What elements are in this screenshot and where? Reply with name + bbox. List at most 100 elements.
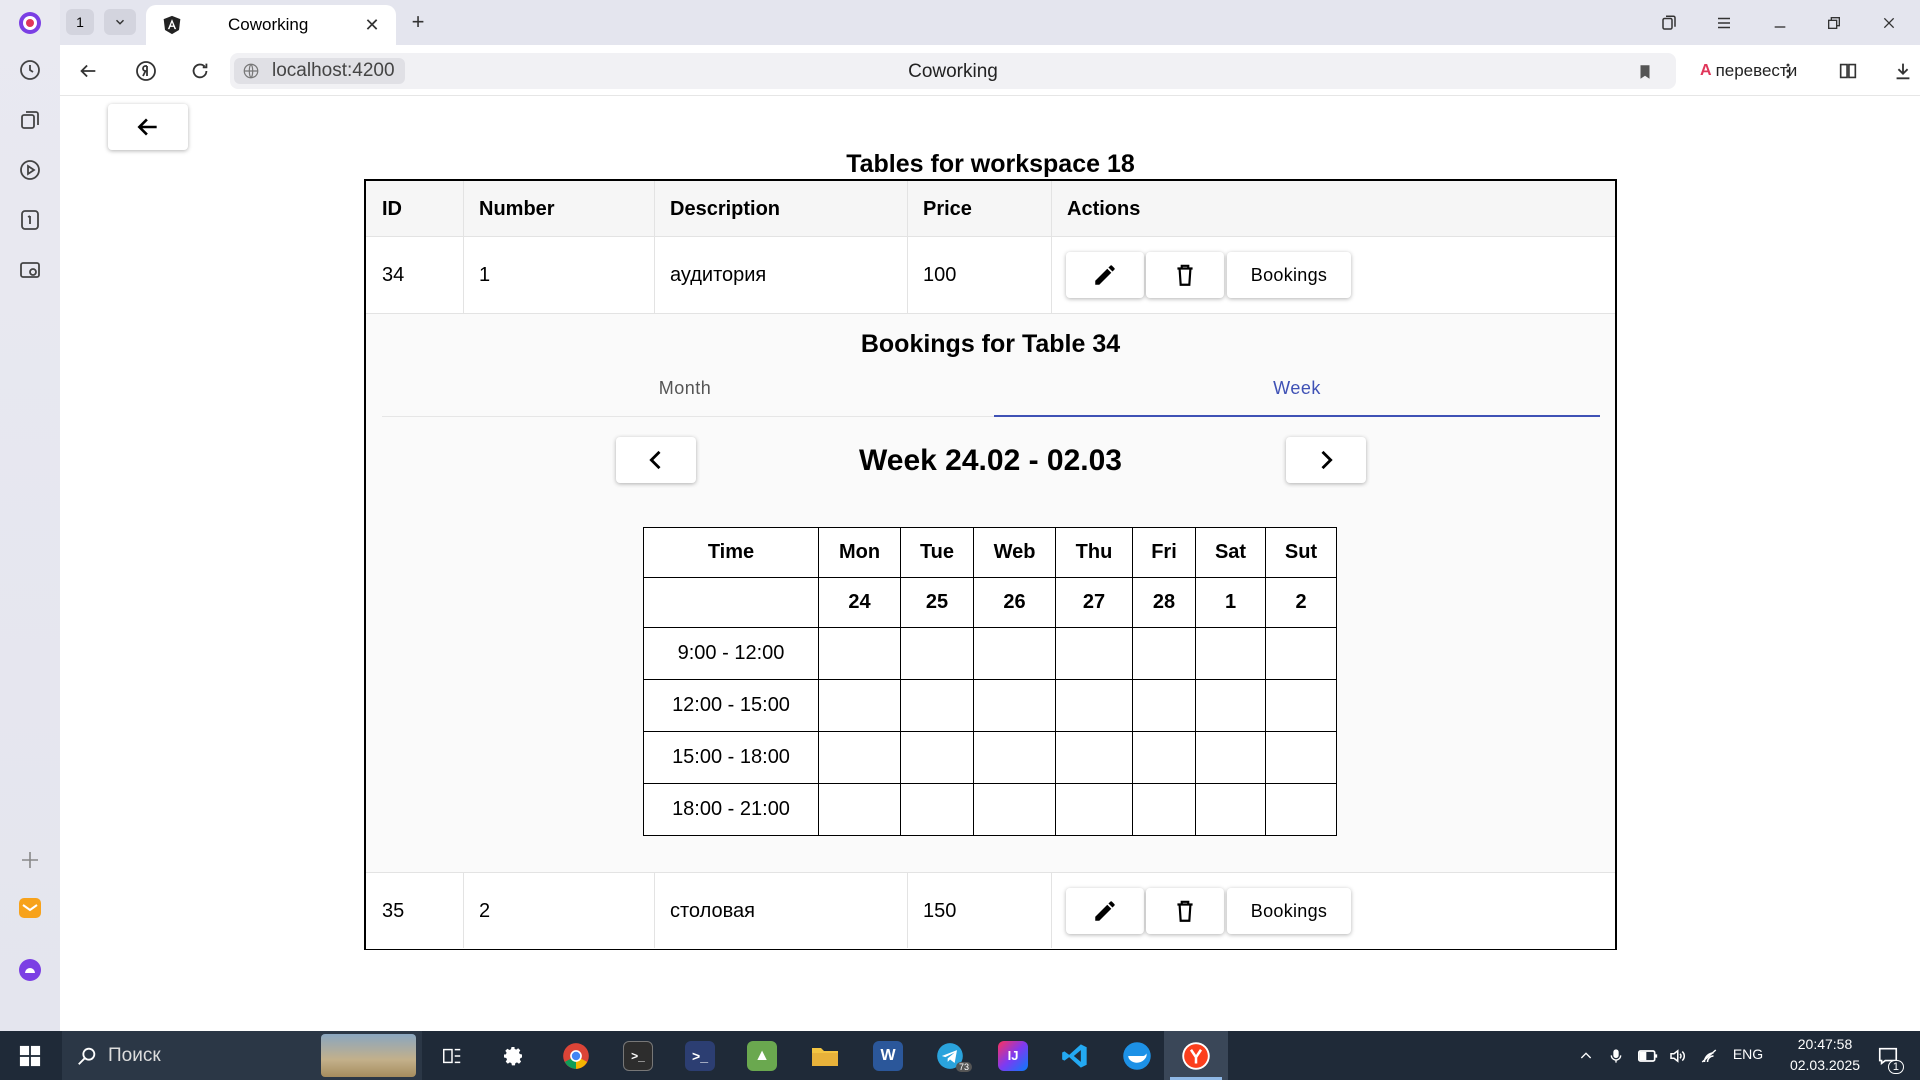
booking-cell[interactable] [1055,627,1133,680]
tab-collection-icon[interactable] [1656,10,1682,36]
booking-cell[interactable] [900,783,974,836]
booking-cell[interactable] [1265,783,1337,836]
close-tab-icon[interactable]: ✕ [362,15,382,35]
tray-chevron-icon[interactable] [1574,1031,1598,1080]
booking-cell[interactable] [818,731,901,784]
booking-cell[interactable] [1265,731,1337,784]
bookings-button[interactable]: Bookings [1227,252,1351,298]
column-divider [907,181,908,313]
history-icon[interactable] [17,57,43,83]
booking-cell[interactable] [1265,679,1337,732]
bookings-button[interactable]: Bookings [1227,888,1351,934]
booking-cell[interactable] [1195,731,1266,784]
back-button[interactable] [108,104,188,150]
booking-cell[interactable] [1195,627,1266,680]
taskbar-search[interactable]: Поиск [62,1031,422,1080]
booking-cell[interactable] [900,731,974,784]
calendar-slot-row: 18:00 - 21:00 [643,783,1337,836]
back-nav-icon[interactable] [74,57,102,85]
network-icon[interactable] [1696,1031,1722,1080]
new-tab-button[interactable]: + [404,9,432,35]
screenshot-icon[interactable] [17,257,43,283]
terminal-icon[interactable]: >_ [618,1031,658,1080]
collections-icon[interactable] [17,107,43,133]
reload-icon[interactable] [186,57,214,85]
calendar-day-header: Tue [900,527,974,578]
booking-cell[interactable] [900,627,974,680]
booking-cell[interactable] [1132,627,1196,680]
telegram-icon[interactable]: 73 [930,1031,972,1080]
clock-time[interactable]: 20:47:58 [1772,1036,1878,1052]
clock-date[interactable]: 02.03.2025 [1772,1057,1878,1073]
video-icon[interactable] [17,157,43,183]
yandex-browser-taskbar-icon[interactable] [1164,1031,1228,1080]
language-indicator[interactable]: ENG [1730,1046,1766,1062]
task-view-icon[interactable] [432,1031,472,1080]
reader-icon[interactable] [1834,57,1862,85]
booking-cell[interactable] [1055,783,1133,836]
url-field[interactable]: localhost:4200 Coworking [230,53,1676,89]
vscode-icon[interactable] [1055,1031,1095,1080]
bookmark-icon[interactable] [1636,62,1654,82]
browser-tab-active[interactable]: Coworking ✕ [146,5,396,45]
booking-cell[interactable] [1055,679,1133,732]
restore-icon[interactable] [1821,10,1847,36]
tab-number-icon[interactable] [17,207,43,233]
calendar-empty-cell [643,577,819,628]
edit-button[interactable] [1066,888,1144,934]
booking-cell[interactable] [1132,783,1196,836]
minimize-icon[interactable] [1767,10,1793,36]
menu-icon[interactable] [1711,10,1737,36]
booking-cell[interactable] [900,679,974,732]
booking-cell[interactable] [973,731,1056,784]
booking-cell[interactable] [1195,783,1266,836]
add-icon[interactable] [17,847,43,873]
column-header-id: ID [382,197,402,220]
time-slot-label: 18:00 - 21:00 [643,783,819,836]
tab-list-button[interactable] [104,9,136,35]
mail-icon[interactable] [17,895,43,921]
booking-cell[interactable] [818,783,901,836]
booking-cell[interactable] [1195,679,1266,732]
next-week-button[interactable] [1286,437,1366,483]
booking-cell[interactable] [1055,731,1133,784]
alice-assistant-icon[interactable] [17,957,43,983]
tab-title: Coworking [228,15,309,34]
intellij-icon[interactable]: IJ [993,1031,1033,1080]
booking-cell[interactable] [973,783,1056,836]
word-icon[interactable]: W [868,1031,908,1080]
more-options-icon[interactable] [1774,57,1802,85]
notifications-icon[interactable]: 1 [1868,1031,1908,1080]
tab-week[interactable]: Week [994,378,1600,399]
image-editor-icon[interactable]: ▲ [742,1031,782,1080]
booking-cell[interactable] [1132,679,1196,732]
docker-icon[interactable] [1117,1031,1157,1080]
booking-cell[interactable] [1132,731,1196,784]
calendar-date: 27 [1055,577,1133,628]
download-icon[interactable] [1889,57,1917,85]
close-window-icon[interactable] [1876,10,1902,36]
delete-button[interactable] [1146,252,1224,298]
battery-icon[interactable] [1635,1031,1661,1080]
powershell-icon[interactable]: >_ [680,1031,720,1080]
microphone-icon[interactable] [1604,1031,1628,1080]
delete-button[interactable] [1146,888,1224,934]
yandex-icon[interactable] [132,57,160,85]
settings-icon[interactable] [493,1031,533,1080]
week-calendar: Time Mon Tue Web Thu Fri Sat Sut 24 25 2… [643,527,1337,836]
notification-count: 1 [1887,1060,1904,1074]
booking-cell[interactable] [973,679,1056,732]
booking-cell[interactable] [818,627,901,680]
booking-cell[interactable] [818,679,901,732]
windows-start-icon[interactable] [10,1031,50,1080]
calendar-header-row: Time Mon Tue Web Thu Fri Sat Sut [643,527,1337,578]
volume-icon[interactable] [1664,1031,1690,1080]
file-explorer-icon[interactable] [805,1031,845,1080]
booking-cell[interactable] [1265,627,1337,680]
edit-button[interactable] [1066,252,1144,298]
tab-month[interactable]: Month [382,378,988,399]
chrome-icon[interactable] [556,1031,596,1080]
tab-counter[interactable]: 1 [66,9,94,35]
browser-profile-icon[interactable] [17,10,43,36]
booking-cell[interactable] [973,627,1056,680]
